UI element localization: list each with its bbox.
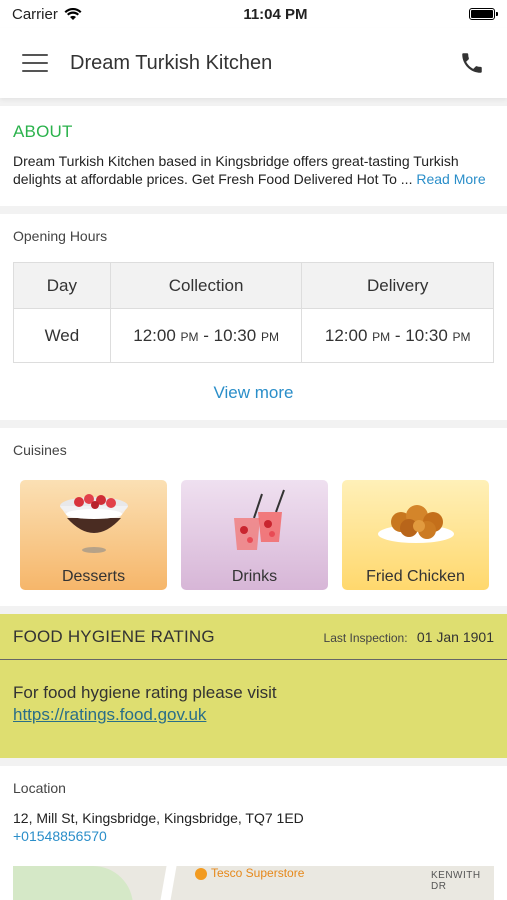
map-park-area: [13, 866, 133, 900]
cuisine-card-drinks[interactable]: Drinks: [181, 480, 328, 590]
hygiene-link[interactable]: https://ratings.food.gov.uk: [13, 704, 494, 726]
carrier-label: Carrier: [12, 5, 58, 23]
wifi-icon: [64, 7, 82, 20]
address: 12, Mill St, Kingsbridge, Kingsbridge, T…: [13, 810, 304, 826]
table-header-row: Day Collection Delivery: [13, 262, 494, 309]
status-bar: Carrier 11:04 PM: [0, 0, 507, 28]
opening-hours-section: Opening Hours Day Collection Delivery We…: [0, 214, 507, 420]
cuisines-label: Cuisines: [13, 442, 67, 458]
cuisine-card-fried-chicken[interactable]: Fried Chicken: [342, 480, 489, 590]
phone-icon[interactable]: [459, 50, 485, 76]
battery-icon: [469, 8, 498, 20]
hygiene-header: FOOD HYGIENE RATING Last Inspection: 01 …: [0, 614, 507, 660]
hygiene-body: For food hygiene rating please visit htt…: [0, 660, 507, 726]
about-text: Dream Turkish Kitchen based in Kingsbrid…: [13, 152, 494, 188]
hygiene-text: For food hygiene rating please visit: [13, 683, 277, 702]
phone-number-link[interactable]: +01548856570: [13, 828, 494, 844]
hamburger-menu-icon[interactable]: [22, 54, 48, 72]
status-left: Carrier: [12, 6, 82, 23]
page-title: Dream Turkish Kitchen: [70, 51, 273, 74]
view-more-link[interactable]: View more: [13, 383, 494, 403]
column-header-collection: Collection: [109, 262, 303, 309]
opening-hours-label: Opening Hours: [13, 228, 108, 244]
dessert-bowl-icon: [59, 494, 128, 553]
cuisine-label-desserts: Desserts: [61, 568, 126, 585]
cuisine-label-drinks: Drinks: [231, 568, 278, 585]
day-cell: Wed: [13, 308, 111, 363]
last-inspection-date: 01 Jan 1901: [416, 628, 494, 645]
cuisine-card-desserts[interactable]: Desserts: [20, 480, 167, 590]
fried-chicken-icon: [377, 505, 454, 543]
cuisine-label-fried-chicken: Fried Chicken: [366, 568, 465, 585]
map[interactable]: Tesco Superstore KENWITH DR: [13, 866, 494, 900]
read-more-link[interactable]: Read More: [416, 171, 485, 187]
map-road: [159, 866, 177, 900]
last-inspection-label: Last Inspection:: [323, 630, 408, 645]
about-description: Dream Turkish Kitchen based in Kingsbrid…: [13, 153, 459, 187]
last-inspection: Last Inspection: 01 Jan 1901: [324, 629, 494, 645]
opening-hours-table: Day Collection Delivery Wed 12:00 PM - 1…: [13, 262, 494, 363]
map-label-store: Tesco Superstore: [211, 866, 305, 880]
app-bar: Dream Turkish Kitchen: [0, 28, 507, 98]
location-label: Location: [13, 780, 66, 796]
food-hygiene-section: FOOD HYGIENE RATING Last Inspection: 01 …: [0, 614, 507, 758]
about-title: ABOUT: [13, 122, 73, 141]
cuisines-section: Cuisines Desserts Drinks Fried Chicken: [0, 428, 507, 606]
delivery-cell: 12:00 PM - 10:30 PM: [301, 308, 494, 363]
collection-cell: 12:00 PM - 10:30 PM: [109, 308, 303, 363]
column-header-delivery: Delivery: [301, 262, 494, 309]
drinks-glasses-icon: [233, 489, 285, 550]
table-row: Wed 12:00 PM - 10:30 PM 12:00 PM - 10:30…: [13, 308, 494, 363]
hygiene-title: FOOD HYGIENE RATING: [13, 626, 215, 646]
location-section: Location 12, Mill St, Kingsbridge, Kings…: [0, 766, 507, 900]
cuisine-list: Desserts Drinks Fried Chicken: [13, 480, 494, 590]
clock: 11:04 PM: [243, 5, 308, 23]
map-label-street: KENWITH DR: [431, 870, 481, 892]
about-section: ABOUT Dream Turkish Kitchen based in Kin…: [0, 106, 507, 206]
column-header-day: Day: [13, 262, 111, 309]
shopping-pin-icon: [195, 868, 207, 880]
